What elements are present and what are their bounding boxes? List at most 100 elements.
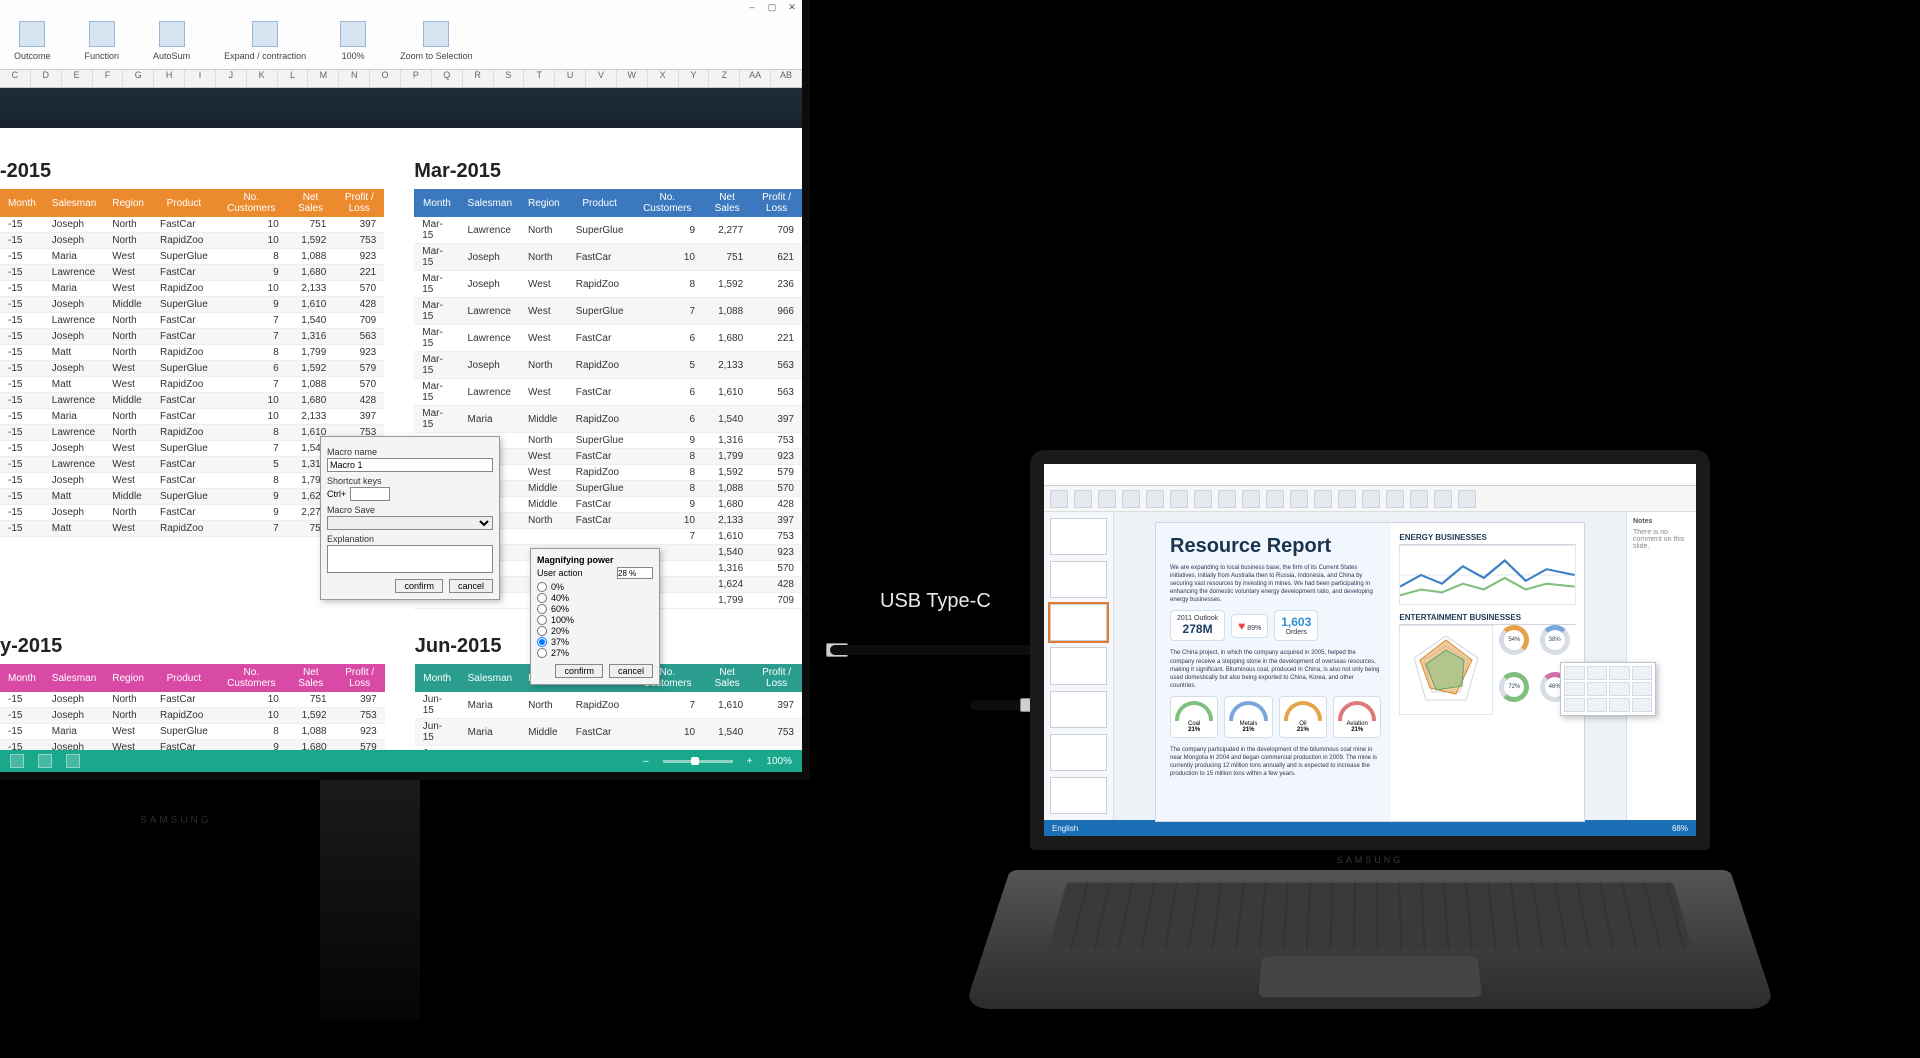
table-cell[interactable]: 2,133 <box>287 409 335 425</box>
mini-tool-btn[interactable] <box>1587 666 1608 680</box>
table-cell[interactable]: -15 <box>0 265 44 281</box>
table-cell[interactable]: 923 <box>751 449 802 465</box>
table-cell[interactable]: 10 <box>632 719 703 746</box>
table-cell[interactable]: Matt <box>44 489 104 505</box>
table-header[interactable]: Salesman <box>460 664 520 692</box>
table-cell[interactable]: -15 <box>0 425 44 441</box>
table-cell[interactable]: -15 <box>0 393 44 409</box>
view-page-icon[interactable] <box>38 754 52 768</box>
table-header[interactable]: Product <box>568 189 632 217</box>
table-cell[interactable]: 8 <box>216 724 287 740</box>
table-cell[interactable]: Lawrence <box>44 457 104 473</box>
ribbon-btn[interactable] <box>1338 490 1356 508</box>
ribbon-btn[interactable] <box>1410 490 1428 508</box>
ribbon-btn[interactable] <box>1362 490 1380 508</box>
table-cell[interactable]: Middle <box>104 772 152 781</box>
table-cell[interactable]: -15 <box>0 441 44 457</box>
table-cell[interactable]: Maria <box>460 692 520 719</box>
table-cell[interactable]: Lawrence <box>460 217 520 244</box>
table-cell[interactable]: 570 <box>334 281 384 297</box>
table-cell[interactable]: 8 <box>216 249 287 265</box>
table-cell[interactable]: 221 <box>751 325 802 352</box>
table-cell[interactable]: 7 <box>632 298 703 325</box>
table-cell[interactable]: 1,088 <box>287 724 335 740</box>
table-row[interactable]: -15MattWestRapidZoo71,088570 <box>0 377 384 393</box>
table-cell[interactable]: Lawrence <box>44 313 104 329</box>
table-cell[interactable]: Joseph <box>44 329 104 345</box>
table-cell[interactable]: 923 <box>334 345 384 361</box>
table-cell[interactable]: Lawrence <box>460 325 520 352</box>
table-cell[interactable]: Lawrence <box>44 265 104 281</box>
ribbon-btn[interactable] <box>1434 490 1452 508</box>
view-break-icon[interactable] <box>66 754 80 768</box>
table-header[interactable]: Profit / Loss <box>751 664 802 692</box>
table-cell[interactable]: North <box>520 244 568 271</box>
table-cell[interactable]: West <box>520 465 568 481</box>
ribbon-btn[interactable] <box>1218 490 1236 508</box>
table-cell[interactable]: 579 <box>751 465 802 481</box>
zoom-radio[interactable] <box>537 604 547 614</box>
table-cell[interactable]: 6 <box>632 406 703 433</box>
table-cell[interactable]: 8 <box>632 271 703 298</box>
col-header-AA[interactable]: AA <box>740 70 771 87</box>
table-cell[interactable]: Maria <box>44 249 104 265</box>
table-cell[interactable]: -15 <box>0 377 44 393</box>
table-cell[interactable]: 221 <box>334 265 384 281</box>
table-cell[interactable]: West <box>520 271 568 298</box>
table-cell[interactable]: North <box>104 692 152 708</box>
mini-tool-btn[interactable] <box>1632 666 1653 680</box>
ribbon-btn[interactable] <box>1242 490 1260 508</box>
slide-thumb[interactable] <box>1050 777 1107 814</box>
table-cell[interactable]: Matt <box>44 377 104 393</box>
table-cell[interactable]: SuperGlue <box>152 249 216 265</box>
table-cell[interactable]: 751 <box>287 692 335 708</box>
mini-tool-btn[interactable] <box>1564 698 1585 712</box>
table-cell[interactable]: 1,799 <box>287 345 335 361</box>
table-cell[interactable]: Maria <box>460 719 520 746</box>
table-cell[interactable]: 1,540 <box>703 719 751 746</box>
col-header-E[interactable]: E <box>62 70 93 87</box>
ribbon-btn[interactable] <box>1074 490 1092 508</box>
user-action-input[interactable] <box>617 567 653 579</box>
table-row[interactable]: Jun-15MariaNorthRapidZoo71,610397 <box>415 692 802 719</box>
ribbon-zoom-to-selection[interactable]: Zoom to Selection <box>400 21 473 61</box>
table-cell[interactable]: Joseph <box>44 297 104 313</box>
mini-tool-btn[interactable] <box>1564 682 1585 696</box>
table-cell[interactable]: 8 <box>632 449 703 465</box>
table-cell[interactable]: -15 <box>0 361 44 377</box>
slide-canvas[interactable]: Resource Report We are expanding to loca… <box>1155 522 1585 822</box>
table-header[interactable]: No. Customers <box>216 189 287 217</box>
ribbon-btn[interactable] <box>1122 490 1140 508</box>
table-cell[interactable]: 1,592 <box>703 465 751 481</box>
ribbon-btn[interactable] <box>1146 490 1164 508</box>
table-cell[interactable]: 9 <box>216 489 287 505</box>
table-cell[interactable]: FastCar <box>152 217 216 233</box>
table-cell[interactable]: 397 <box>334 217 384 233</box>
table-header[interactable]: Month <box>414 189 459 217</box>
table-row[interactable]: -15MattNorthRapidZoo81,799923 <box>0 345 384 361</box>
table-cell[interactable]: 753 <box>335 708 385 724</box>
table-cell[interactable]: 1,624 <box>703 577 751 593</box>
table-cell[interactable]: 563 <box>751 352 802 379</box>
table-cell[interactable]: FastCar <box>152 313 216 329</box>
col-header-Q[interactable]: Q <box>432 70 463 87</box>
window-close-icon[interactable]: ✕ <box>782 0 802 14</box>
table-cell[interactable]: Mar-15 <box>414 379 459 406</box>
table-cell[interactable]: 1,088 <box>703 481 751 497</box>
table-cell[interactable]: North <box>104 425 152 441</box>
table-cell[interactable]: 8 <box>216 345 287 361</box>
table-row[interactable]: -15MariaMiddleSuperGlue91,610428 <box>0 772 385 781</box>
table-cell[interactable]: Middle <box>520 719 568 746</box>
table-cell[interactable]: 7 <box>632 529 703 545</box>
table-cell[interactable]: Jun-15 <box>415 692 460 719</box>
macro-cancel-button[interactable]: cancel <box>449 579 493 593</box>
table-header[interactable]: Profit / Loss <box>335 664 385 692</box>
table-cell[interactable]: 10 <box>632 244 703 271</box>
table-cell[interactable]: 1,610 <box>703 529 751 545</box>
table-cell[interactable]: FastCar <box>152 329 216 345</box>
ribbon-btn[interactable] <box>1194 490 1212 508</box>
zoom-option[interactable]: 27% <box>537 648 653 658</box>
table-header[interactable]: Net Sales <box>703 189 751 217</box>
table-row[interactable]: Mar-15LawrenceWestFastCar61,610563 <box>414 379 802 406</box>
table-cell[interactable]: 1,088 <box>703 298 751 325</box>
